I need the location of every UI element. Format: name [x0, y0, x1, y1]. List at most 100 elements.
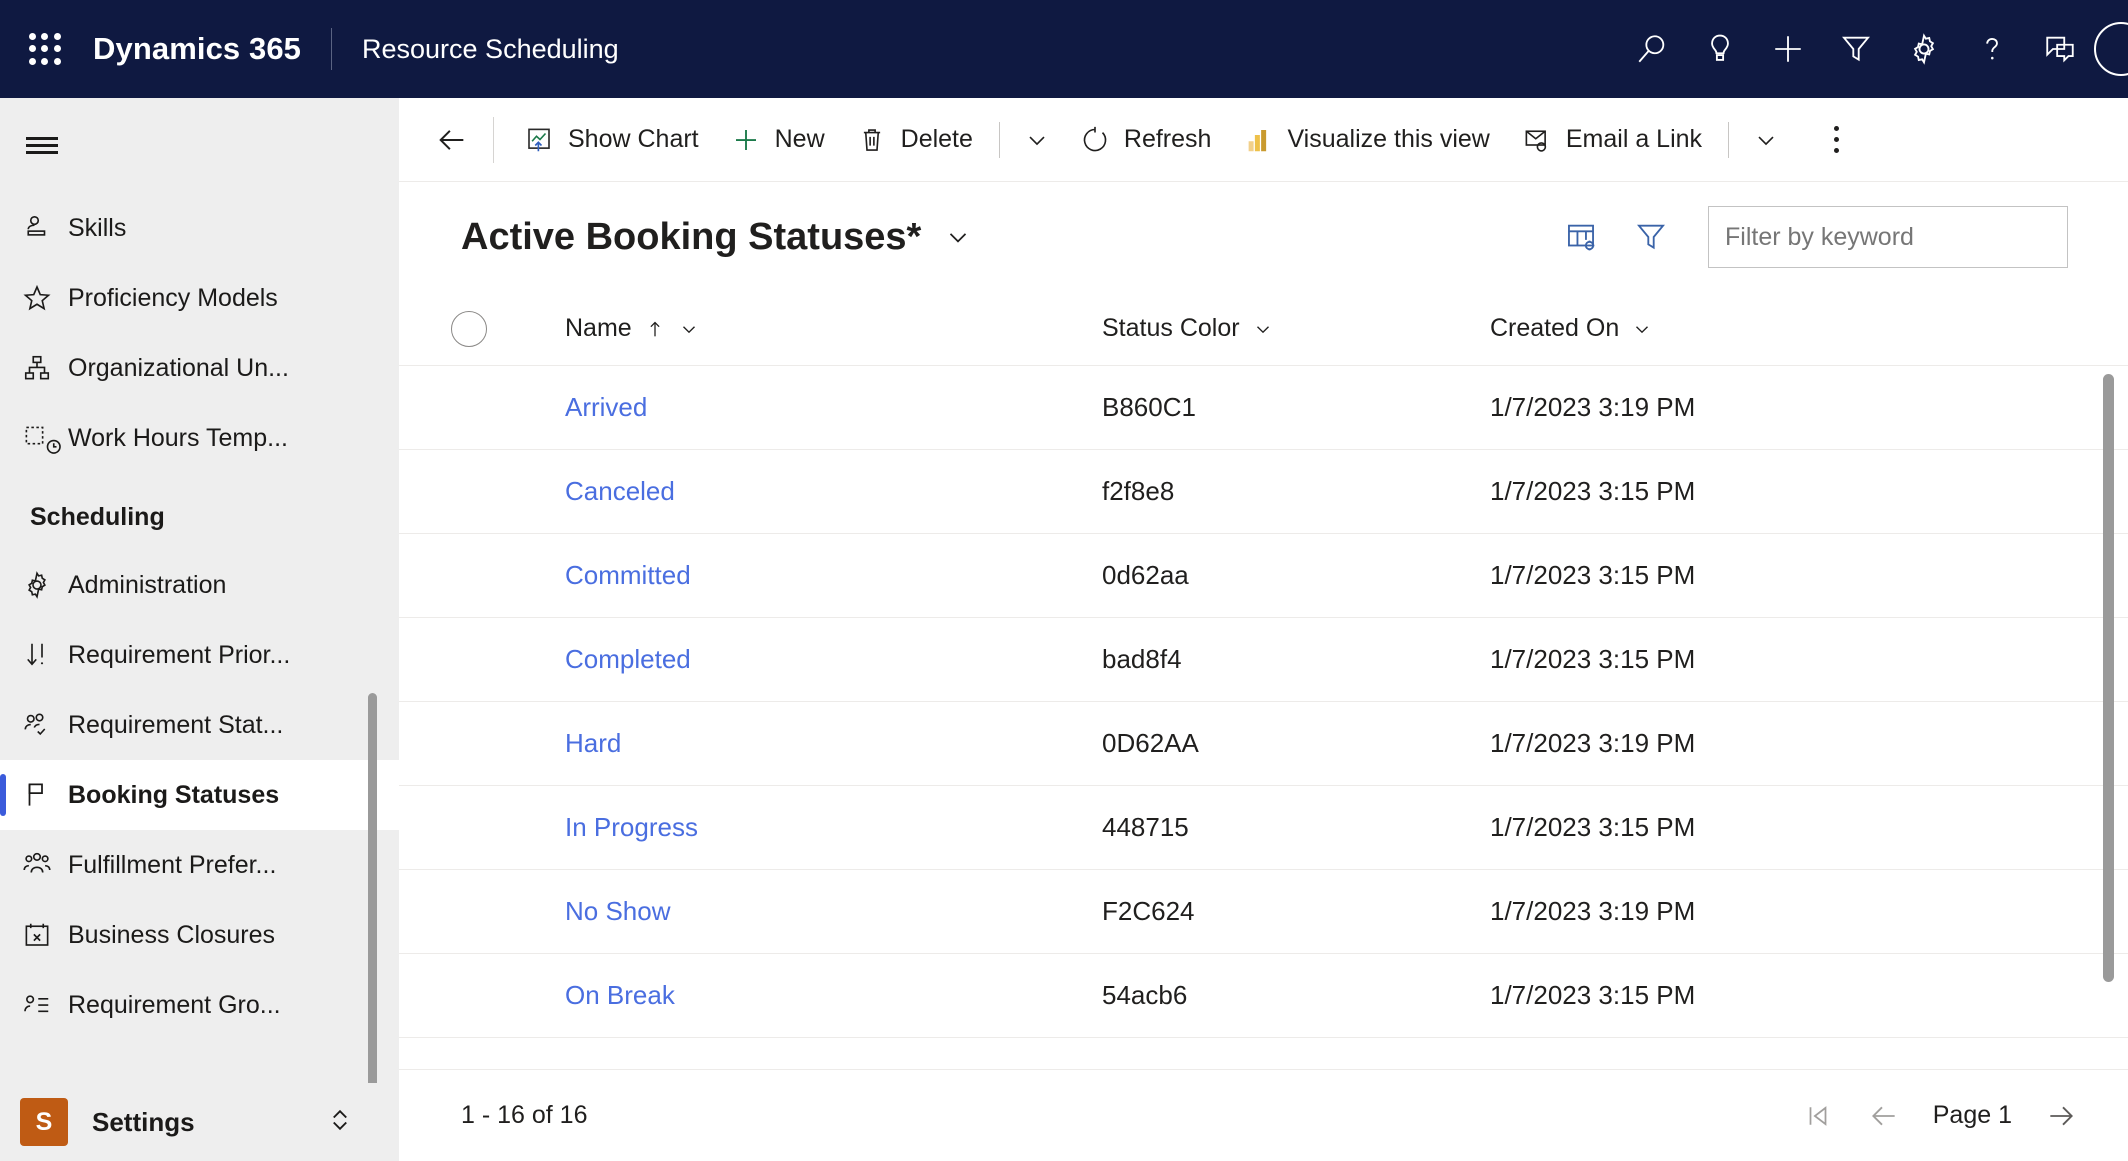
feedback-icon[interactable] — [2026, 18, 2094, 80]
show-chart-button[interactable]: Show Chart — [508, 109, 715, 171]
work-hours-clock-icon — [22, 419, 68, 458]
plus-icon[interactable] — [1754, 18, 1822, 80]
chevron-down-icon[interactable] — [678, 318, 700, 340]
chevron-down-icon[interactable] — [943, 222, 973, 252]
settings-area-switcher[interactable]: S Settings — [0, 1083, 399, 1161]
record-link[interactable]: No Show — [565, 896, 671, 926]
table-row[interactable]: On Break 54acb6 1/7/2023 3:15 PM — [399, 954, 2128, 1038]
edit-columns-icon[interactable] — [1546, 204, 1616, 270]
cell-name: Hard — [487, 728, 1102, 759]
table-row[interactable]: Completed bad8f4 1/7/2023 3:15 PM — [399, 618, 2128, 702]
question-icon[interactable] — [1958, 18, 2026, 80]
record-link[interactable]: In Progress — [565, 812, 698, 842]
powerbi-bars-icon — [1243, 125, 1273, 155]
command-divider — [493, 116, 494, 163]
back-arrow-icon[interactable] — [421, 109, 483, 171]
sidebar-item-label: Proficiency Models — [68, 283, 278, 312]
email-dropdown-chevron-icon[interactable] — [1739, 109, 1793, 171]
avatar[interactable] — [2094, 22, 2128, 76]
cell-created-on: 1/7/2023 3:15 PM — [1490, 476, 1696, 506]
table-row[interactable]: Hard 0D62AA 1/7/2023 3:19 PM — [399, 702, 2128, 786]
chevron-down-icon[interactable] — [1252, 318, 1274, 340]
updown-chevron-icon[interactable] — [325, 1105, 355, 1140]
column-header-status-color[interactable]: Status Color — [1102, 314, 1490, 343]
table-row[interactable]: Canceled f2f8e8 1/7/2023 3:15 PM — [399, 450, 2128, 534]
next-page-icon[interactable] — [2028, 1085, 2094, 1147]
sidebar-item-requirement-groups[interactable]: Requirement Gro... — [0, 970, 399, 1040]
sidebar-item-skills[interactable]: Skills — [0, 193, 399, 263]
column-label: Status Color — [1102, 314, 1240, 342]
more-vertical-icon[interactable] — [1807, 109, 1865, 171]
filter-funnel-icon[interactable] — [1616, 204, 1686, 270]
sidebar-scrollbar[interactable] — [368, 693, 377, 1083]
new-button[interactable]: New — [715, 109, 841, 171]
sidebar-item-label: Business Closures — [68, 920, 276, 949]
cell-created-on: 1/7/2023 3:19 PM — [1490, 728, 1696, 758]
grid-rows: Arrived B860C1 1/7/2023 3:19 PM Canceled… — [399, 366, 2128, 1069]
search-input[interactable] — [1725, 222, 2051, 252]
prev-page-icon[interactable] — [1851, 1085, 1917, 1147]
record-link[interactable]: Canceled — [565, 476, 675, 506]
sidebar-item-requirement-priorities[interactable]: Requirement Prior... — [0, 620, 399, 690]
app-launcher-icon[interactable] — [25, 29, 65, 69]
gear-icon[interactable] — [1890, 18, 1958, 80]
cell-created-on: 1/7/2023 3:15 PM — [1490, 560, 1696, 590]
table-row[interactable]: Arrived B860C1 1/7/2023 3:19 PM — [399, 366, 2128, 450]
first-page-icon[interactable] — [1785, 1085, 1851, 1147]
record-link[interactable]: Hard — [565, 728, 621, 758]
sidebar-item-business-closures[interactable]: Business Closures — [0, 900, 399, 970]
chevron-down-icon[interactable] — [1631, 318, 1653, 340]
column-header-name[interactable]: Name — [487, 314, 1102, 343]
cell-status-color: F2C624 — [1102, 896, 1195, 926]
grid-scrollbar[interactable] — [2103, 374, 2114, 982]
email-a-link-button[interactable]: Email a Link — [1506, 109, 1718, 171]
cell-created-on: 1/7/2023 3:15 PM — [1490, 644, 1696, 674]
record-link[interactable]: Arrived — [565, 392, 647, 422]
show-chart-label: Show Chart — [568, 125, 699, 153]
cell-name: Completed — [487, 644, 1102, 675]
search-icon[interactable] — [1618, 18, 1686, 80]
hamburger-icon[interactable] — [0, 98, 399, 193]
sidebar-item-work-hours-templates[interactable]: Work Hours Temp... — [0, 403, 399, 473]
sidebar-item-administration[interactable]: Administration — [0, 550, 399, 620]
app-body: Skills Proficiency Models Organizational… — [0, 98, 2128, 1161]
table-row[interactable]: In Progress 448715 1/7/2023 3:15 PM — [399, 786, 2128, 870]
table-row[interactable]: Committed 0d62aa 1/7/2023 3:15 PM — [399, 534, 2128, 618]
cell-status-color: 0D62AA — [1102, 728, 1199, 758]
person-badge-icon — [22, 213, 68, 243]
delete-dropdown-chevron-icon[interactable] — [1010, 109, 1064, 171]
main-content: Show Chart New Delete Refresh Visualize … — [399, 98, 2128, 1161]
column-header-created-on[interactable]: Created On — [1490, 314, 2128, 343]
grid-footer: 1 - 16 of 16 Page 1 — [399, 1069, 2128, 1161]
filter-icon[interactable] — [1822, 18, 1890, 80]
cell-created-on: 1/7/2023 3:15 PM — [1490, 980, 1696, 1010]
lightbulb-icon[interactable] — [1686, 18, 1754, 80]
command-pipe — [998, 121, 1000, 158]
select-all-checkbox[interactable] — [451, 310, 487, 347]
table-row[interactable]: No Show F2C624 1/7/2023 3:19 PM — [399, 870, 2128, 954]
visualize-this-view-button[interactable]: Visualize this view — [1227, 109, 1505, 171]
sidebar-scroll-area: Skills Proficiency Models Organizational… — [0, 193, 399, 1083]
priority-arrow-icon — [22, 640, 68, 670]
trash-icon — [857, 125, 887, 155]
email-link-icon — [1522, 125, 1552, 155]
refresh-button[interactable]: Refresh — [1064, 109, 1228, 171]
cell-status-color: f2f8e8 — [1102, 476, 1175, 506]
sidebar-item-booking-statuses[interactable]: Booking Statuses — [0, 760, 399, 830]
delete-button[interactable]: Delete — [841, 109, 989, 171]
record-link[interactable]: On Break — [565, 980, 675, 1010]
sidebar-section-title: Scheduling — [30, 503, 165, 531]
sidebar-item-fulfillment-preferences[interactable]: Fulfillment Prefer... — [0, 830, 399, 900]
sidebar-item-proficiency-models[interactable]: Proficiency Models — [0, 263, 399, 333]
grid-header-row: Name Status Color Created On — [399, 292, 2128, 366]
sidebar-item-label: Booking Statuses — [68, 780, 280, 809]
delete-label: Delete — [900, 125, 973, 153]
record-link[interactable]: Completed — [565, 644, 691, 674]
record-link[interactable]: Committed — [565, 560, 691, 590]
refresh-label: Refresh — [1123, 125, 1212, 153]
sidebar-item-requirement-status[interactable]: Requirement Stat... — [0, 690, 399, 760]
sidebar-item-organizational-units[interactable]: Organizational Un... — [0, 333, 399, 403]
settings-badge: S — [20, 1098, 68, 1146]
search-input-wrapper[interactable] — [1708, 206, 2068, 268]
person-list-icon — [22, 990, 68, 1020]
